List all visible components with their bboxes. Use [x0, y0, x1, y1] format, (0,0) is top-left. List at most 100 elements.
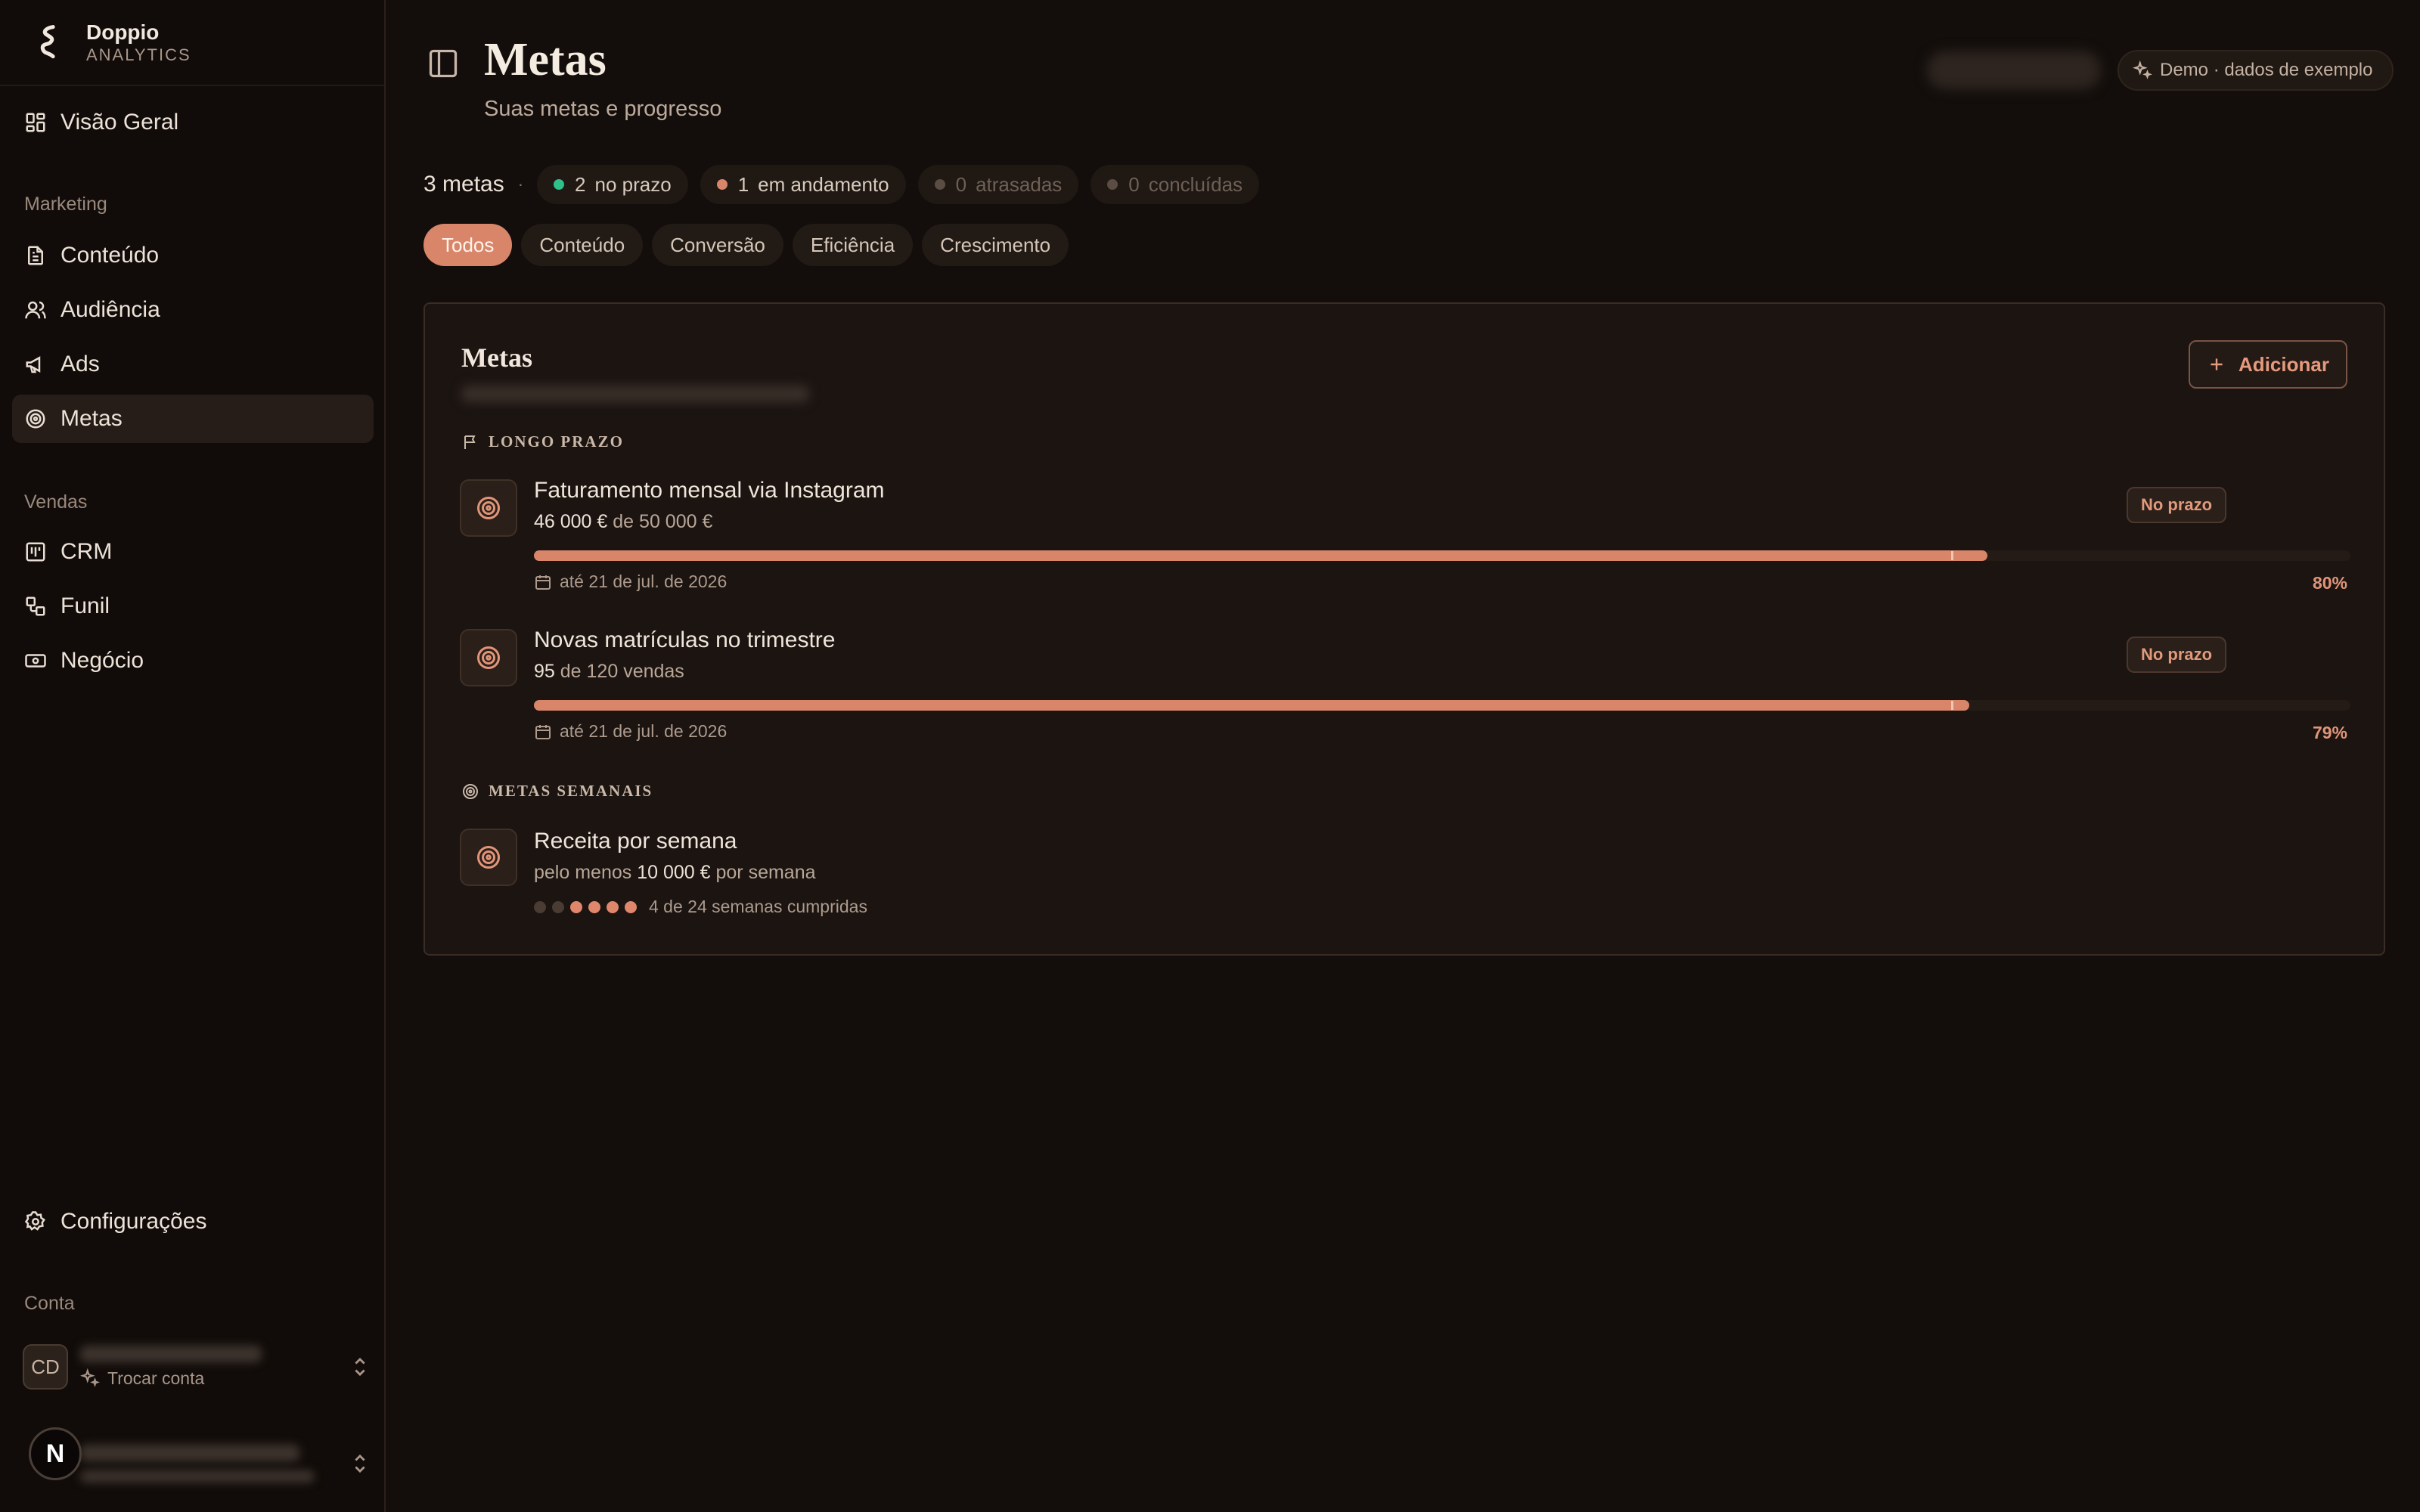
goal-icon — [460, 829, 517, 886]
status-dot — [716, 179, 728, 190]
goal-progress-text: 46 000 € de 50 000 € — [534, 511, 713, 532]
main-content: Metas Suas metas e progresso Demo · dado… — [387, 0, 2420, 1512]
goal-title[interactable]: Faturamento mensal via Instagram — [534, 478, 885, 503]
user-name-redacted — [80, 1445, 299, 1461]
stat-chip-on-track: 2 no prazo — [537, 165, 688, 204]
progress-marker — [1950, 701, 1953, 710]
sidebar-section-sales: Vendas — [24, 491, 88, 513]
stat-chip-done: 0 concluídas — [1091, 165, 1260, 204]
sidebar-item-audience[interactable]: Audiência — [12, 286, 374, 334]
user-email-redacted — [80, 1470, 315, 1483]
target-icon — [477, 646, 500, 669]
filter-efficiency[interactable]: Eficiência — [792, 224, 914, 266]
avatar: CD — [23, 1344, 68, 1390]
sidebar-item-label: Configurações — [60, 1209, 207, 1234]
kanban-icon — [26, 542, 45, 562]
card-title: Metas — [461, 342, 532, 373]
sidebar-section-marketing: Marketing — [24, 194, 107, 215]
goal-title[interactable]: Receita por semana — [534, 829, 737, 854]
sparkles-icon — [80, 1368, 100, 1387]
filter-content[interactable]: Conteúdo — [521, 224, 644, 266]
goal-title[interactable]: Novas matrículas no trimestre — [534, 627, 835, 653]
sparkles-icon — [2133, 60, 2152, 79]
goal-percent: 80% — [2312, 573, 2347, 593]
status-dot — [554, 179, 565, 190]
goal-target-text: pelo menos 10 000 € por semana — [534, 862, 816, 883]
sidebar-item-label: Metas — [60, 406, 123, 431]
brand[interactable]: Doppio ANALYTICS — [30, 17, 191, 68]
sidebar-item-goals[interactable]: Metas — [12, 395, 374, 443]
flag-icon — [464, 435, 476, 449]
goal-progress-text: 95 de 120 vendas — [534, 661, 684, 682]
status-badge: No prazo — [2127, 637, 2226, 673]
target-icon — [26, 409, 45, 429]
goal-deadline: até 21 de jul. de 2026 — [534, 572, 727, 592]
goal-deadline: até 21 de jul. de 2026 — [534, 721, 727, 742]
stat-chip-in-progress: 1 em andamento — [700, 165, 906, 204]
account-name-redacted — [80, 1345, 262, 1362]
goal-icon — [460, 629, 517, 686]
stats-separator: · — [517, 175, 524, 194]
chevrons-up-down-icon — [355, 1454, 365, 1473]
category-filters: Todos Conteúdo Conversão Eficiência Cres… — [424, 224, 1078, 266]
progress-fill — [534, 700, 1969, 711]
target-icon — [477, 846, 500, 869]
file-text-icon — [28, 246, 43, 265]
sidebar-section-account: Conta — [24, 1293, 75, 1314]
workflow-icon — [26, 596, 45, 616]
users-icon — [25, 301, 46, 319]
filter-conversion[interactable]: Conversão — [652, 224, 783, 266]
stat-chip-late: 0 atrasadas — [917, 165, 1079, 204]
panel-left-icon[interactable] — [427, 47, 460, 80]
sidebar-divider — [0, 85, 384, 86]
sidebar-item-ads[interactable]: Ads — [12, 340, 374, 389]
week-dot — [570, 900, 582, 913]
stats-total: 3 metas — [424, 172, 504, 197]
redacted-pill — [1927, 51, 2101, 89]
goal-icon — [460, 479, 517, 537]
sidebar-item-label: Negócio — [60, 648, 144, 673]
sidebar-item-label: CRM — [60, 539, 113, 564]
add-goal-button[interactable]: Adicionar — [2189, 340, 2347, 389]
goal-percent: 79% — [2312, 723, 2347, 742]
doppio-logo-icon — [30, 17, 68, 68]
sidebar-item-crm[interactable]: CRM — [12, 528, 374, 576]
progress-marker — [1950, 551, 1953, 560]
calendar-icon — [535, 724, 551, 739]
sidebar: Doppio ANALYTICS Visão Geral Marketing C… — [0, 0, 386, 1512]
page-subtitle: Suas metas e progresso — [484, 97, 722, 121]
gear-icon — [24, 1211, 45, 1231]
sidebar-item-business[interactable]: Negócio — [12, 637, 374, 685]
chevrons-up-down-icon — [355, 1357, 365, 1377]
target-icon — [477, 497, 500, 519]
status-dot — [934, 179, 945, 190]
card-subtitle-redacted — [461, 386, 809, 402]
status-dot — [1107, 179, 1118, 190]
sidebar-item-overview[interactable]: Visão Geral — [12, 98, 374, 147]
sidebar-item-label: Ads — [60, 352, 100, 376]
page-title: Metas — [484, 34, 607, 85]
calendar-icon — [535, 575, 551, 590]
status-badge: No prazo — [2127, 487, 2226, 523]
n-badge[interactable]: N — [29, 1427, 82, 1480]
week-dot — [534, 900, 546, 913]
filter-all[interactable]: Todos — [424, 224, 513, 266]
week-dot — [552, 900, 564, 913]
sidebar-item-funnel[interactable]: Funil — [12, 582, 374, 631]
demo-badge: Demo · dados de exemplo — [2118, 50, 2394, 91]
account-switcher[interactable]: CD Trocar conta — [23, 1340, 371, 1394]
sidebar-item-content[interactable]: Conteúdo — [12, 231, 374, 280]
sidebar-item-settings[interactable]: Configurações — [12, 1198, 374, 1246]
sidebar-item-label: Funil — [60, 593, 110, 618]
goals-card: Metas Adicionar LONGO PRAZO Faturamento … — [424, 302, 2385, 956]
section-weekly: METAS SEMANAIS — [461, 782, 653, 801]
goal-progress-bar — [534, 550, 2350, 561]
progress-fill — [534, 550, 1987, 561]
grid-icon — [26, 113, 45, 132]
goal-progress-bar — [534, 700, 2350, 711]
megaphone-icon — [26, 356, 41, 373]
week-dot — [607, 900, 619, 913]
filter-growth[interactable]: Crescimento — [922, 224, 1069, 266]
goal-stats: 3 metas · 2 no prazo 1 em andamento 0 at… — [424, 165, 1271, 204]
weeks-completed: 4 de 24 semanas cumpridas — [649, 897, 867, 916]
